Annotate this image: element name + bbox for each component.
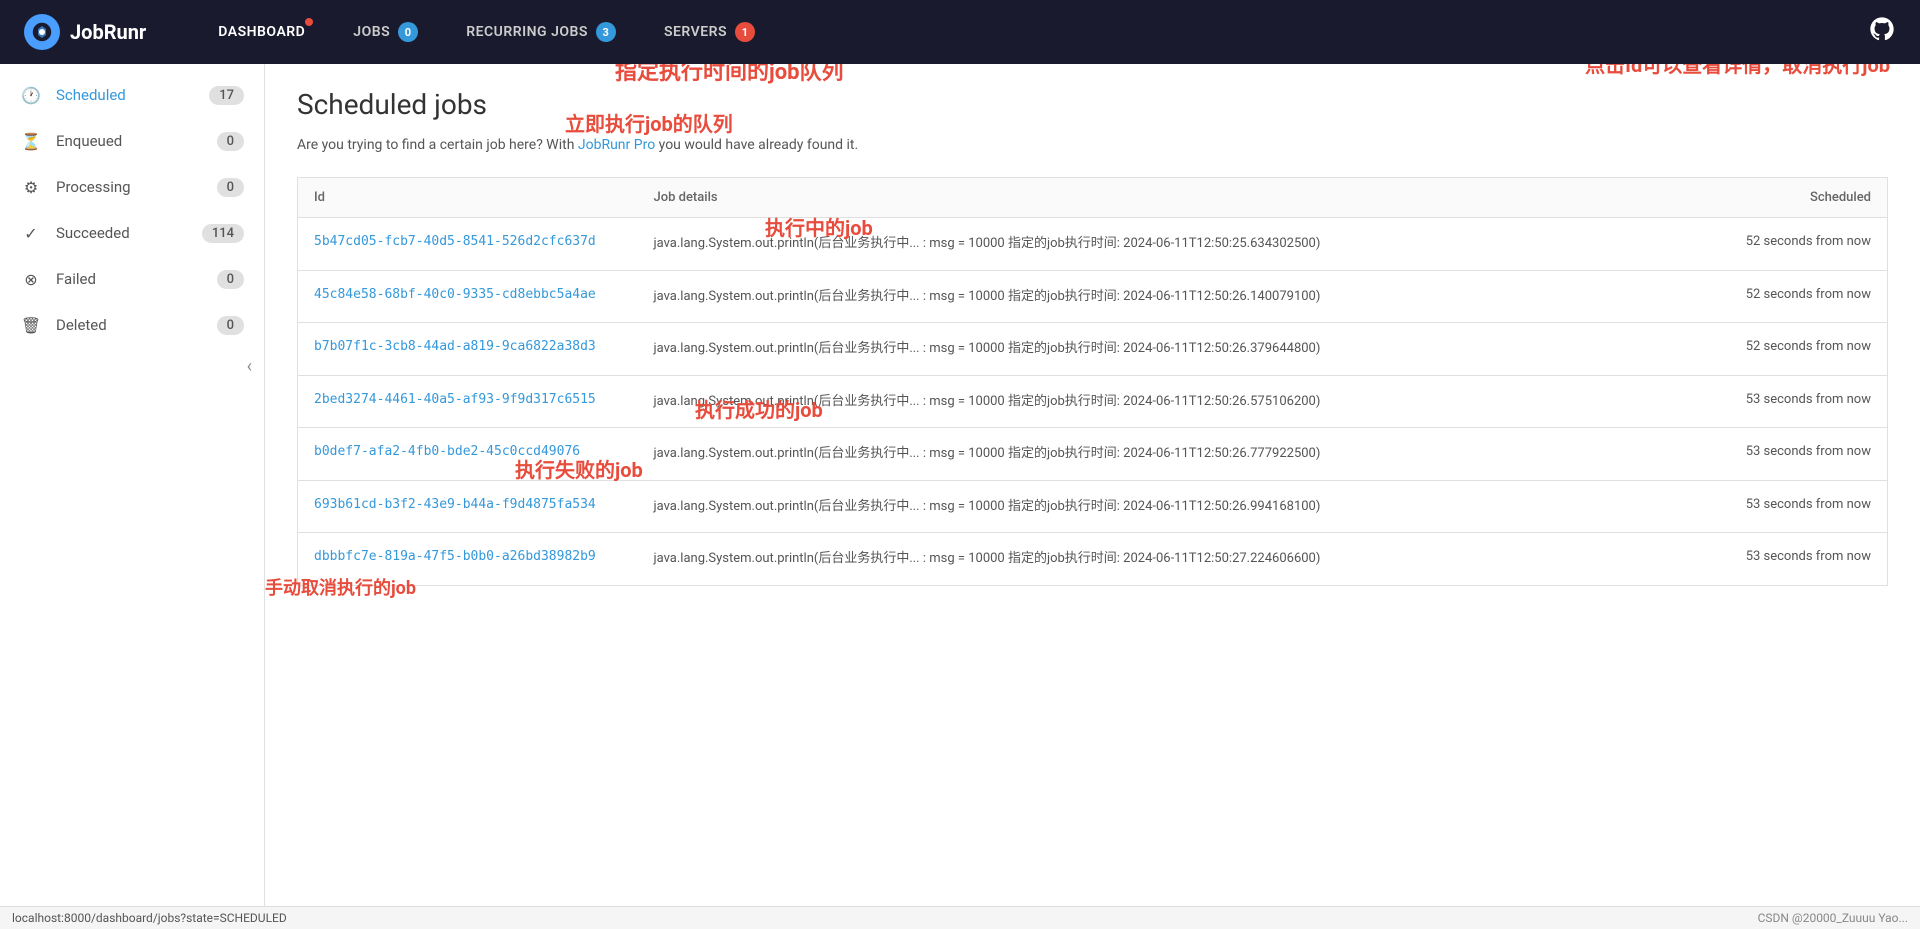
job-scheduled-cell: 53 seconds from now — [1688, 480, 1888, 533]
job-scheduled-cell: 52 seconds from now — [1688, 270, 1888, 323]
table-row: b0def7-afa2-4fb0-bde2-45c0ccd49076 java.… — [298, 428, 1888, 481]
table-row: b7b07f1c-3cb8-44ad-a819-9ca6822a38d3 jav… — [298, 323, 1888, 376]
job-id-cell: 2bed3274-4461-40a5-af93-9f9d317c6515 — [298, 375, 638, 428]
job-id-cell: b7b07f1c-3cb8-44ad-a819-9ca6822a38d3 — [298, 323, 638, 376]
app-header: JobRunr DASHBOARD JOBS 0 RECURRING JOBS … — [0, 0, 1920, 64]
sidebar-item-succeeded[interactable]: ✓ Succeeded 114 — [0, 210, 264, 256]
sidebar-count-failed: 0 — [217, 270, 244, 289]
job-details-cell: java.lang.System.out.println(后台业务执行中... … — [638, 480, 1688, 533]
sidebar-item-scheduled[interactable]: 🕐 Scheduled 17 — [0, 72, 264, 118]
pro-banner: Are you trying to find a certain job her… — [297, 137, 1888, 153]
job-id-link[interactable]: dbbbfc7e-819a-47f5-b0b0-a26bd38982b9 — [314, 549, 596, 564]
nav-jobs[interactable]: JOBS 0 — [329, 0, 442, 64]
enqueued-icon: ⏳ — [20, 130, 42, 152]
job-id-cell: dbbbfc7e-819a-47f5-b0b0-a26bd38982b9 — [298, 533, 638, 586]
table-header: Id Job details Scheduled — [298, 178, 1888, 218]
job-id-link[interactable]: b0def7-afa2-4fb0-bde2-45c0ccd49076 — [314, 444, 580, 459]
failed-icon: ⊗ — [20, 268, 42, 290]
logo-text: JobRunr — [70, 20, 146, 44]
sidebar-item-deleted[interactable]: 🗑 Deleted 0 — [0, 302, 264, 348]
job-id-cell: b0def7-afa2-4fb0-bde2-45c0ccd49076 — [298, 428, 638, 481]
dashboard-dot — [305, 18, 313, 26]
sidebar-label-deleted: Deleted — [56, 316, 203, 334]
job-scheduled-cell: 53 seconds from now — [1688, 375, 1888, 428]
jobs-table: Id Job details Scheduled 5b47cd05-fcb7-4… — [297, 177, 1888, 586]
sidebar-label-scheduled: Scheduled — [56, 86, 195, 104]
page-title: Scheduled jobs — [297, 88, 1888, 121]
pro-link[interactable]: JobRunr Pro — [578, 137, 655, 153]
sidebar-item-enqueued[interactable]: ⏳ Enqueued 0 — [0, 118, 264, 164]
logo-icon — [24, 14, 60, 50]
col-header-id: Id — [298, 178, 638, 218]
main-nav: DASHBOARD JOBS 0 RECURRING JOBS 3 SERVER… — [194, 0, 1868, 64]
sidebar-count-scheduled: 17 — [209, 86, 244, 105]
sidebar-label-enqueued: Enqueued — [56, 132, 203, 150]
nav-recurring-jobs[interactable]: RECURRING JOBS 3 — [442, 0, 640, 64]
job-scheduled-cell: 52 seconds from now — [1688, 218, 1888, 271]
deleted-icon: 🗑 — [20, 314, 42, 336]
job-id-cell: 45c84e58-68bf-40c0-9335-cd8ebbc5a4ae — [298, 270, 638, 323]
job-details-cell: java.lang.System.out.println(后台业务执行中... … — [638, 270, 1688, 323]
job-id-link[interactable]: 5b47cd05-fcb7-40d5-8541-526d2cfc637d — [314, 234, 596, 249]
processing-icon: ⚙ — [20, 176, 42, 198]
nav-dashboard[interactable]: DASHBOARD — [194, 0, 329, 64]
status-bar: localhost:8000/dashboard/jobs?state=SCHE… — [0, 906, 1920, 929]
sidebar-label-processing: Processing — [56, 178, 203, 196]
col-header-scheduled: Scheduled — [1688, 178, 1888, 218]
sidebar-item-processing[interactable]: ⚙ Processing 0 — [0, 164, 264, 210]
job-id-link[interactable]: 2bed3274-4461-40a5-af93-9f9d317c6515 — [314, 392, 596, 407]
content-area: 指定执行时间的job队列 立即执行job的队列 执行中的job 执行成功的job… — [265, 64, 1920, 906]
nav-servers[interactable]: SERVERS 1 — [640, 0, 779, 64]
sidebar-count-enqueued: 0 — [217, 132, 244, 151]
recurring-jobs-badge: 3 — [596, 22, 616, 42]
status-url: localhost:8000/dashboard/jobs?state=SCHE… — [12, 911, 287, 925]
main-layout: 🕐 Scheduled 17 ⏳ Enqueued 0 ⚙ Processing… — [0, 64, 1920, 906]
annotation-queue: 指定执行时间的job队列 — [615, 64, 844, 86]
job-id-link[interactable]: 693b61cd-b3f2-43e9-b44a-f9d4875fa534 — [314, 497, 596, 512]
col-header-details: Job details — [638, 178, 1688, 218]
job-details-cell: java.lang.System.out.println(后台业务执行中... … — [638, 323, 1688, 376]
sidebar-count-succeeded: 114 — [202, 224, 244, 243]
logo: JobRunr — [24, 14, 146, 50]
clock-icon: 🕐 — [20, 84, 42, 106]
table-row: 45c84e58-68bf-40c0-9335-cd8ebbc5a4ae jav… — [298, 270, 1888, 323]
job-id-link[interactable]: b7b07f1c-3cb8-44ad-a819-9ca6822a38d3 — [314, 339, 596, 354]
job-scheduled-cell: 53 seconds from now — [1688, 428, 1888, 481]
sidebar-count-processing: 0 — [217, 178, 244, 197]
table-row: dbbbfc7e-819a-47f5-b0b0-a26bd38982b9 jav… — [298, 533, 1888, 586]
job-details-cell: java.lang.System.out.println(后台业务执行中... … — [638, 533, 1688, 586]
annotation-click-id: 点击Id可以查看详情，取消执行job — [1585, 64, 1890, 78]
jobs-badge: 0 — [398, 22, 418, 42]
table-row: 2bed3274-4461-40a5-af93-9f9d317c6515 jav… — [298, 375, 1888, 428]
table-row: 5b47cd05-fcb7-40d5-8541-526d2cfc637d jav… — [298, 218, 1888, 271]
job-scheduled-cell: 53 seconds from now — [1688, 533, 1888, 586]
sidebar-item-failed[interactable]: ⊗ Failed 0 — [0, 256, 264, 302]
job-details-cell: java.lang.System.out.println(后台业务执行中... … — [638, 428, 1688, 481]
job-details-cell: java.lang.System.out.println(后台业务执行中... … — [638, 375, 1688, 428]
sidebar-count-deleted: 0 — [217, 316, 244, 335]
sidebar-toggle[interactable]: ‹ — [0, 348, 264, 385]
sidebar: 🕐 Scheduled 17 ⏳ Enqueued 0 ⚙ Processing… — [0, 64, 265, 906]
watermark: CSDN @20000_Zuuuu Yao... — [1758, 911, 1908, 925]
servers-badge: 1 — [735, 22, 755, 42]
github-icon[interactable] — [1868, 15, 1896, 49]
job-id-cell: 693b61cd-b3f2-43e9-b44a-f9d4875fa534 — [298, 480, 638, 533]
jobs-list: 5b47cd05-fcb7-40d5-8541-526d2cfc637d jav… — [298, 218, 1888, 586]
job-scheduled-cell: 52 seconds from now — [1688, 323, 1888, 376]
succeeded-icon: ✓ — [20, 222, 42, 244]
table-row: 693b61cd-b3f2-43e9-b44a-f9d4875fa534 jav… — [298, 480, 1888, 533]
sidebar-label-failed: Failed — [56, 270, 203, 288]
sidebar-label-succeeded: Succeeded — [56, 224, 188, 242]
job-details-cell: java.lang.System.out.println(后台业务执行中... … — [638, 218, 1688, 271]
job-id-cell: 5b47cd05-fcb7-40d5-8541-526d2cfc637d — [298, 218, 638, 271]
job-id-link[interactable]: 45c84e58-68bf-40c0-9335-cd8ebbc5a4ae — [314, 287, 596, 302]
